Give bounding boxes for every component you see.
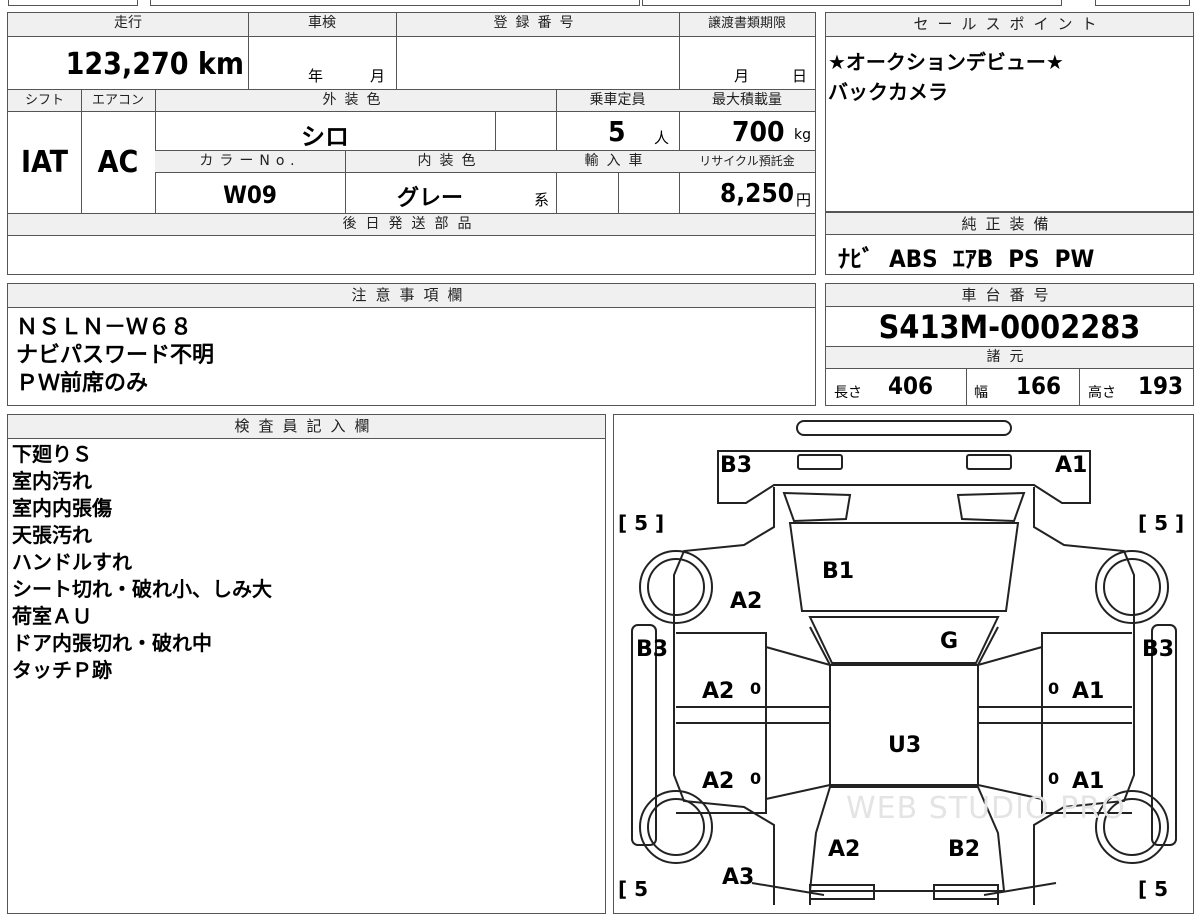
equipment-box: 純正装備 ﾅﾋﾞ ABS ｴｱB PS PW [825,212,1194,275]
recycle-unit: 円 [796,191,812,209]
main-info-grid: 走行 車検 登録番号 譲渡書類期限 123,270 km 年 月 月 日 シフト… [7,12,816,275]
inspection-header: 車検 [248,13,396,37]
inspector-item: ハンドルすれ [12,550,132,574]
exterior-color-value: シロ [301,123,349,151]
tire-count-front-right: [ 5 ] [1138,511,1185,535]
max-load-value: 700 [732,115,785,148]
note-item: ナビパスワード不明 [16,343,215,368]
sales-point-list: ★オークションデビュー★ バックカメラ [828,47,1064,107]
recycle-value: 8,250 [720,179,794,209]
note-item: ＮＳＬＮ－Ｗ６８ [16,315,193,340]
shift-header: シフト [8,90,81,112]
inspector-item: シート切れ・破れ小、しみ大 [12,577,272,601]
capacity-value: 5 [608,115,626,148]
mileage-header: 走行 [8,13,248,37]
watermark: WEB STUDIO PRO [846,791,1126,826]
tire-count-rear-left: [ 5 [618,877,649,901]
inspector-item: 天張汚れ [12,523,92,547]
zero-right-1: 0 [1048,679,1060,698]
inspector-list: 下廻りＳ 室内汚れ 室内内張傷 天張汚れ ハンドルすれ シート切れ・破れ小、しみ… [12,441,272,684]
inspection-year: 年 [308,67,324,85]
mark-a1-top: A1 [1055,453,1088,478]
note-item: ＰＷ前席のみ [16,371,149,396]
length-value: 406 [888,372,934,400]
interior-color-suffix: 系 [534,191,550,209]
inspector-box: 検査員記入欄 下廻りＳ 室内汚れ 室内内張傷 天張汚れ ハンドルすれ シート切れ… [7,414,606,914]
specs-header: 諸元 [826,347,1193,369]
capacity-header: 乗車定員 [556,90,679,112]
recycle-header: リサイクル預託金 [679,151,815,173]
mark-b3-top: B3 [720,453,753,478]
mark-a3: A3 [722,865,755,890]
exterior-color-header: 外装色 [155,90,556,112]
length-label: 長さ [834,385,862,401]
import-header: 輸入車 [556,151,679,173]
inspector-item: タッチＰ跡 [12,658,112,682]
mark-u3: U3 [888,733,922,758]
color-no-header: カラーNo. [155,151,345,173]
notes-list: ＮＳＬＮ－Ｗ６８ ナビパスワード不明 ＰＷ前席のみ [16,314,214,398]
sales-point-item: ★オークションデビュー★ [828,50,1064,74]
notes-header: 注意事項欄 [8,284,815,308]
zero-left-2: 0 [750,769,762,788]
height-value: 193 [1138,372,1184,400]
mark-a2-left-1: A2 [702,679,735,704]
equipment-list: ﾅﾋﾞ ABS ｴｱB PS PW [838,245,1095,273]
sales-point-item: バックカメラ [828,80,948,104]
tire-count-front-left: [ 5 ] [618,511,665,535]
equipment-header: 純正装備 [826,213,1193,235]
transfer-day: 日 [792,67,808,85]
inspector-item: ドア内張切れ・破れ中 [12,631,212,655]
capacity-unit: 人 [654,129,670,147]
top-strip-mid [150,0,640,6]
aircon-value: AC [97,145,139,180]
aircon-header: エアコン [81,90,155,112]
top-strip-left [8,0,138,6]
inspector-item: 荷室ＡＵ [12,604,92,628]
later-parts-header: 後日発送部品 [8,214,815,236]
sales-point-header: セールスポイント [826,13,1193,37]
top-strip-right [1095,0,1190,6]
mark-a2-left-2: A2 [702,769,735,794]
car-outline [631,420,1177,905]
color-no-value: W09 [223,181,277,209]
mileage-value: 123,270 km [65,47,244,82]
mark-b3-left: B3 [636,637,669,662]
interior-color-value: グレー [396,186,463,211]
notes-box: 注意事項欄 ＮＳＬＮ－Ｗ６８ ナビパスワード不明 ＰＷ前席のみ [7,283,816,406]
interior-color-header: 内装色 [345,151,556,173]
width-value: 166 [1016,372,1062,400]
vehicle-diagram: B3 A1 B1 A2 G B3 B3 A2 0 0 A1 U3 A2 0 0 … [613,414,1194,914]
top-strip-mid2 [642,0,1062,6]
width-label: 幅 [974,385,988,401]
max-load-unit: kg [794,127,811,143]
mark-b2-rear: B2 [948,837,981,862]
chassis-box: 車台番号 S413M-0002283 諸元 長さ 406 幅 166 高さ 19… [825,283,1194,406]
chassis-header: 車台番号 [826,284,1193,307]
inspector-item: 下廻りＳ [12,442,92,466]
registration-header: 登録番号 [396,13,679,37]
inspector-item: 室内内張傷 [12,496,112,520]
zero-right-2: 0 [1048,769,1060,788]
zero-left-1: 0 [750,679,762,698]
inspector-item: 室内汚れ [12,469,92,493]
mark-b3-right: B3 [1142,637,1175,662]
mark-b1: B1 [822,559,855,584]
max-load-header: 最大積載量 [679,90,815,112]
inspection-month: 月 [370,67,386,85]
shift-value: IAT [20,145,68,180]
chassis-number: S413M-0002283 [878,308,1141,346]
height-label: 高さ [1088,385,1116,401]
transfer-deadline-header: 譲渡書類期限 [679,13,815,37]
mark-a1-right-1: A1 [1072,679,1105,704]
mark-g: G [940,629,959,654]
mark-a2-front: A2 [730,589,763,614]
tire-count-rear-right: [ 5 [1138,877,1169,901]
inspector-header: 検査員記入欄 [8,415,605,439]
mark-a2-rear: A2 [828,837,861,862]
transfer-month: 月 [734,67,750,85]
sales-point-box: セールスポイント ★オークションデビュー★ バックカメラ [825,12,1194,212]
